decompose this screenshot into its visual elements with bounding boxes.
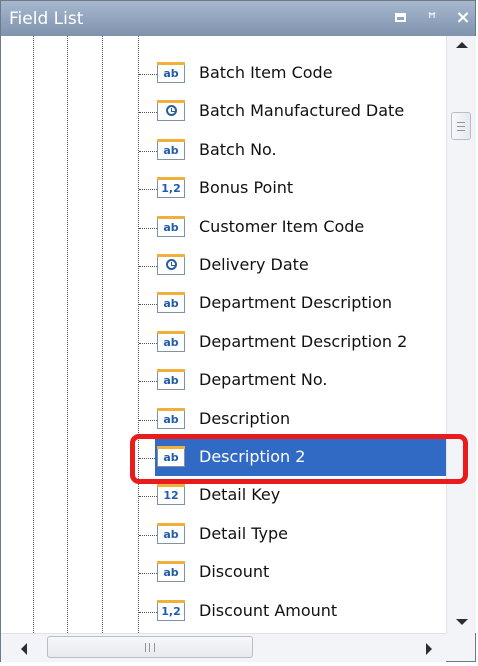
field-label: Department Description [199, 293, 393, 313]
field-label: Batch Item Code [199, 63, 333, 82]
field-item[interactable]: ab Description [138, 401, 446, 439]
field-label: Batch Manufactured Date [199, 101, 405, 121]
integer-icon: 12 [157, 484, 185, 506]
tree-connector [139, 227, 157, 229]
string-icon: ab [157, 407, 185, 429]
field-label: Bonus Point [199, 178, 294, 198]
close-icon[interactable]: × [453, 8, 473, 28]
string-icon: ab [157, 138, 185, 160]
string-icon: ab [157, 561, 185, 583]
panel-title: Field List [9, 9, 84, 29]
field-item[interactable]: ab Department No. [138, 362, 446, 400]
field-item[interactable]: Batch Manufactured Date [138, 93, 446, 131]
field-item[interactable]: ab Discount [138, 554, 446, 592]
horizontal-scroll-thumb[interactable] [47, 636, 253, 658]
decimal-icon: 1,2 [157, 599, 185, 621]
field-item[interactable]: 1,2 Bonus Point [138, 170, 446, 208]
field-label: Delivery Date [199, 255, 309, 274]
date-icon [157, 254, 185, 275]
field-list-panel: Field List ꟸ × ab Batch Item Code Batch Ma… [0, 0, 476, 662]
field-item[interactable]: ab Batch Item Code [138, 55, 446, 93]
field-label: Discount [199, 562, 270, 582]
string-icon: ab [157, 62, 185, 83]
field-label: Department No. [199, 370, 328, 390]
field-label: Description [199, 408, 291, 428]
tree-connector [139, 381, 157, 383]
decimal-icon: 1,2 [157, 177, 185, 199]
highlight-annotation [130, 434, 468, 484]
vertical-scroll-thumb[interactable] [451, 112, 471, 140]
field-item[interactable]: ab Batch No. [138, 132, 446, 170]
tree-connector [139, 534, 157, 536]
field-item[interactable]: ab Department Description 2 [138, 324, 446, 362]
scrollbar-corner [446, 633, 475, 661]
field-label: Department Description 2 [199, 331, 408, 351]
field-item[interactable]: ab Detail Type [138, 516, 446, 554]
tree-guide-line [102, 36, 103, 633]
scroll-left-icon[interactable] [21, 643, 27, 655]
field-label: Detail Type [199, 523, 288, 543]
tree-connector [139, 419, 157, 421]
tree-connector [139, 573, 157, 575]
field-item[interactable]: ab Department Description [138, 285, 446, 323]
tree-guide-line [33, 36, 34, 633]
tree-connector [139, 304, 157, 306]
tree-connector [139, 112, 157, 114]
field-label: Customer Item Code [199, 216, 365, 236]
horizontal-scrollbar[interactable] [1, 633, 446, 662]
scroll-right-icon[interactable] [426, 643, 432, 655]
date-icon [157, 100, 185, 122]
tree-connector [139, 266, 157, 267]
tree-connector [139, 496, 157, 498]
string-icon: ab [157, 215, 185, 237]
tree-connector [139, 74, 157, 75]
scroll-up-icon[interactable] [456, 42, 468, 48]
tree-guide-line [67, 36, 68, 633]
minimize-icon[interactable] [390, 8, 410, 28]
field-item[interactable]: ab Customer Item Code [138, 209, 446, 247]
field-item[interactable]: 1,2 Discount Amount [138, 593, 446, 631]
scroll-down-icon[interactable] [456, 619, 468, 625]
vertical-scrollbar[interactable] [446, 36, 476, 633]
tree-connector [139, 189, 157, 191]
string-icon: ab [157, 330, 185, 352]
field-label: Batch No. [199, 139, 277, 159]
field-label: Detail Key [199, 485, 281, 505]
tree-connector [139, 611, 157, 613]
tree-connector [139, 342, 157, 344]
string-icon: ab [157, 292, 185, 314]
pin-icon[interactable]: ꟸ [422, 8, 442, 28]
string-icon: ab [157, 369, 185, 391]
field-label: Discount Amount [199, 600, 338, 620]
field-item[interactable]: Delivery Date [138, 247, 446, 285]
panel-titlebar: Field List ꟸ × [1, 1, 475, 36]
field-tree: ab Batch Item Code Batch Manufactured Date… [1, 36, 446, 633]
string-icon: ab [157, 522, 185, 544]
tree-connector [139, 150, 157, 152]
